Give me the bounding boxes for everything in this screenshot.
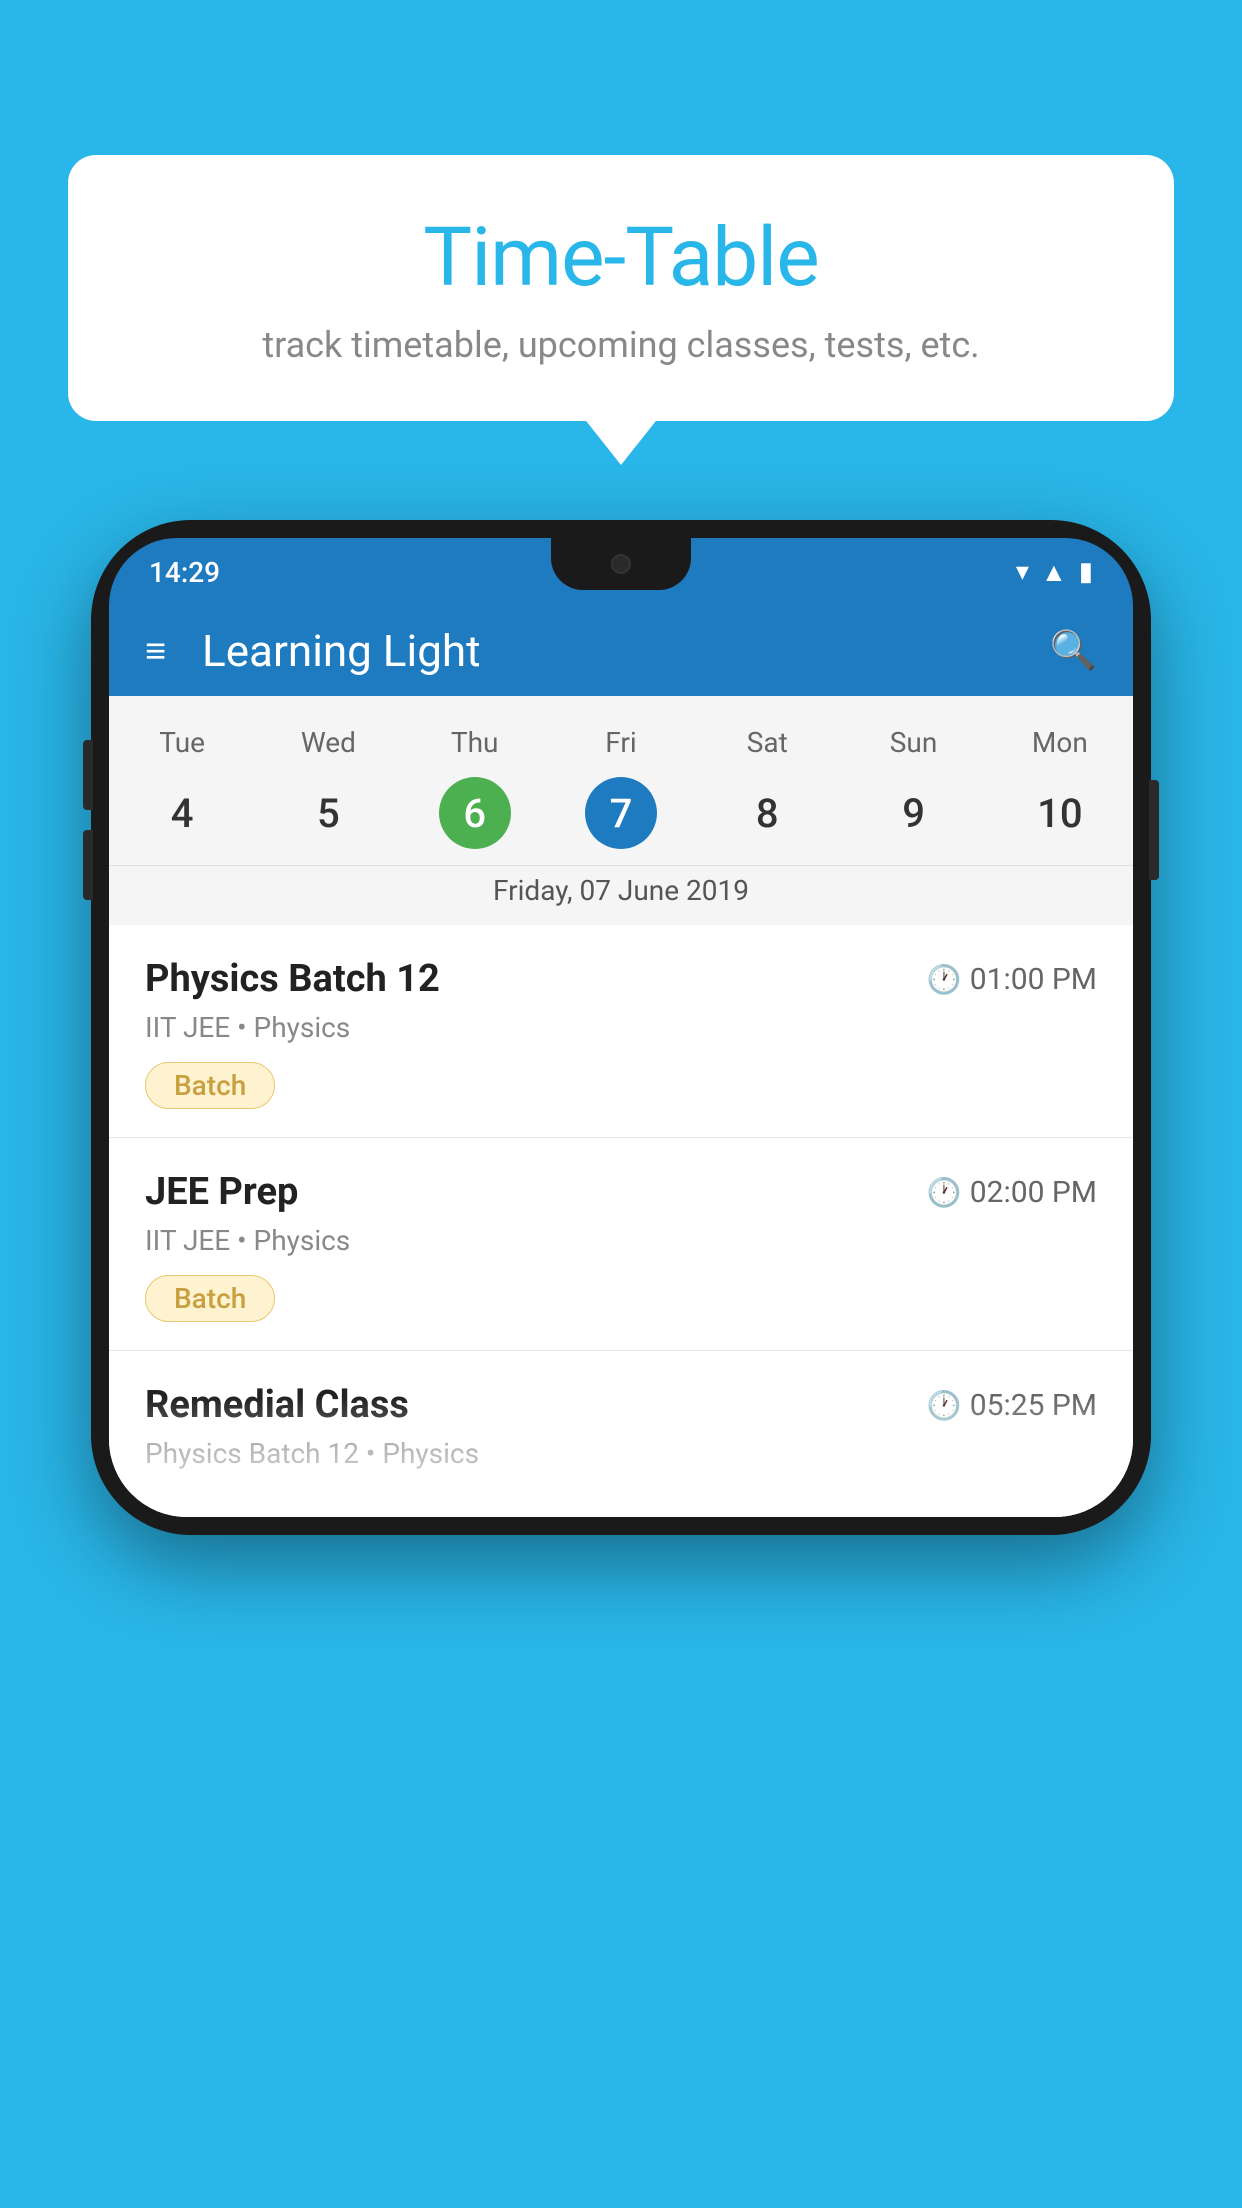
wifi-icon: ▾ [1016, 557, 1029, 587]
battery-icon: ▮ [1079, 557, 1093, 587]
menu-icon[interactable]: ≡ [145, 630, 166, 672]
day-wed[interactable]: Wed [255, 726, 401, 759]
clock-icon-2: 🕐 [927, 1176, 962, 1209]
item-header-1: Physics Batch 12 🕐 01:00 PM [145, 957, 1097, 1001]
day-sun[interactable]: Sun [840, 726, 986, 759]
date-9[interactable]: 9 [840, 777, 986, 849]
volume-up-button [83, 740, 93, 810]
days-header: Tue Wed Thu Fri Sat Sun Mon [109, 716, 1133, 769]
status-bar: 14:29 ▾ ▲ ▮ [109, 538, 1133, 606]
item-title-3: Remedial Class [145, 1383, 409, 1427]
app-title: Learning Light [202, 625, 1050, 677]
calendar-section: Tue Wed Thu Fri Sat Sun Mon 4 5 6 7 8 9 … [109, 696, 1133, 925]
signal-icon: ▲ [1041, 557, 1067, 588]
notch [551, 538, 691, 590]
day-mon[interactable]: Mon [987, 726, 1133, 759]
day-tue[interactable]: Tue [109, 726, 255, 759]
selected-date-label: Friday, 07 June 2019 [109, 865, 1133, 925]
item-time-3: 🕐 05:25 PM [927, 1388, 1097, 1423]
item-subtitle-1: IIT JEE • Physics [145, 1011, 1097, 1044]
item-title-2: JEE Prep [145, 1170, 298, 1214]
clock-icon-3: 🕐 [927, 1389, 962, 1422]
batch-badge-2: Batch [145, 1275, 275, 1322]
schedule-item-3[interactable]: Remedial Class 🕐 05:25 PM Physics Batch … [109, 1351, 1133, 1517]
power-button [1149, 780, 1159, 880]
day-thu[interactable]: Thu [402, 726, 548, 759]
phone-mockup: 14:29 ▾ ▲ ▮ ≡ Learning Light 🔍 Tue Wed T… [91, 520, 1151, 1535]
volume-down-button [83, 830, 93, 900]
bubble-title: Time-Table [108, 210, 1134, 306]
status-icons: ▾ ▲ ▮ [1016, 557, 1093, 588]
camera [611, 554, 631, 574]
date-10[interactable]: 10 [987, 777, 1133, 849]
clock-icon-1: 🕐 [927, 963, 962, 996]
phone-frame: 14:29 ▾ ▲ ▮ ≡ Learning Light 🔍 Tue Wed T… [91, 520, 1151, 1535]
item-time-2: 🕐 02:00 PM [927, 1175, 1097, 1210]
item-subtitle-3: Physics Batch 12 • Physics [145, 1437, 1097, 1470]
schedule-item-1[interactable]: Physics Batch 12 🕐 01:00 PM IIT JEE • Ph… [109, 925, 1133, 1138]
item-subtitle-2: IIT JEE • Physics [145, 1224, 1097, 1257]
day-sat[interactable]: Sat [694, 726, 840, 759]
schedule-item-2[interactable]: JEE Prep 🕐 02:00 PM IIT JEE • Physics Ba… [109, 1138, 1133, 1351]
dates-row: 4 5 6 7 8 9 10 [109, 769, 1133, 865]
bubble-subtitle: track timetable, upcoming classes, tests… [108, 324, 1134, 366]
search-icon[interactable]: 🔍 [1050, 629, 1097, 673]
date-7-selected[interactable]: 7 [585, 777, 657, 849]
day-fri[interactable]: Fri [548, 726, 694, 759]
batch-badge-1: Batch [145, 1062, 275, 1109]
date-5[interactable]: 5 [255, 777, 401, 849]
speech-bubble: Time-Table track timetable, upcoming cla… [68, 155, 1174, 421]
date-8[interactable]: 8 [694, 777, 840, 849]
item-header-3: Remedial Class 🕐 05:25 PM [145, 1383, 1097, 1427]
date-4[interactable]: 4 [109, 777, 255, 849]
app-header: ≡ Learning Light 🔍 [109, 606, 1133, 696]
item-title-1: Physics Batch 12 [145, 957, 440, 1001]
schedule-list: Physics Batch 12 🕐 01:00 PM IIT JEE • Ph… [109, 925, 1133, 1517]
item-time-1: 🕐 01:00 PM [927, 962, 1097, 997]
phone-content: Tue Wed Thu Fri Sat Sun Mon 4 5 6 7 8 9 … [109, 696, 1133, 1517]
status-time: 14:29 [149, 556, 220, 589]
date-6-today[interactable]: 6 [439, 777, 511, 849]
item-header-2: JEE Prep 🕐 02:00 PM [145, 1170, 1097, 1214]
